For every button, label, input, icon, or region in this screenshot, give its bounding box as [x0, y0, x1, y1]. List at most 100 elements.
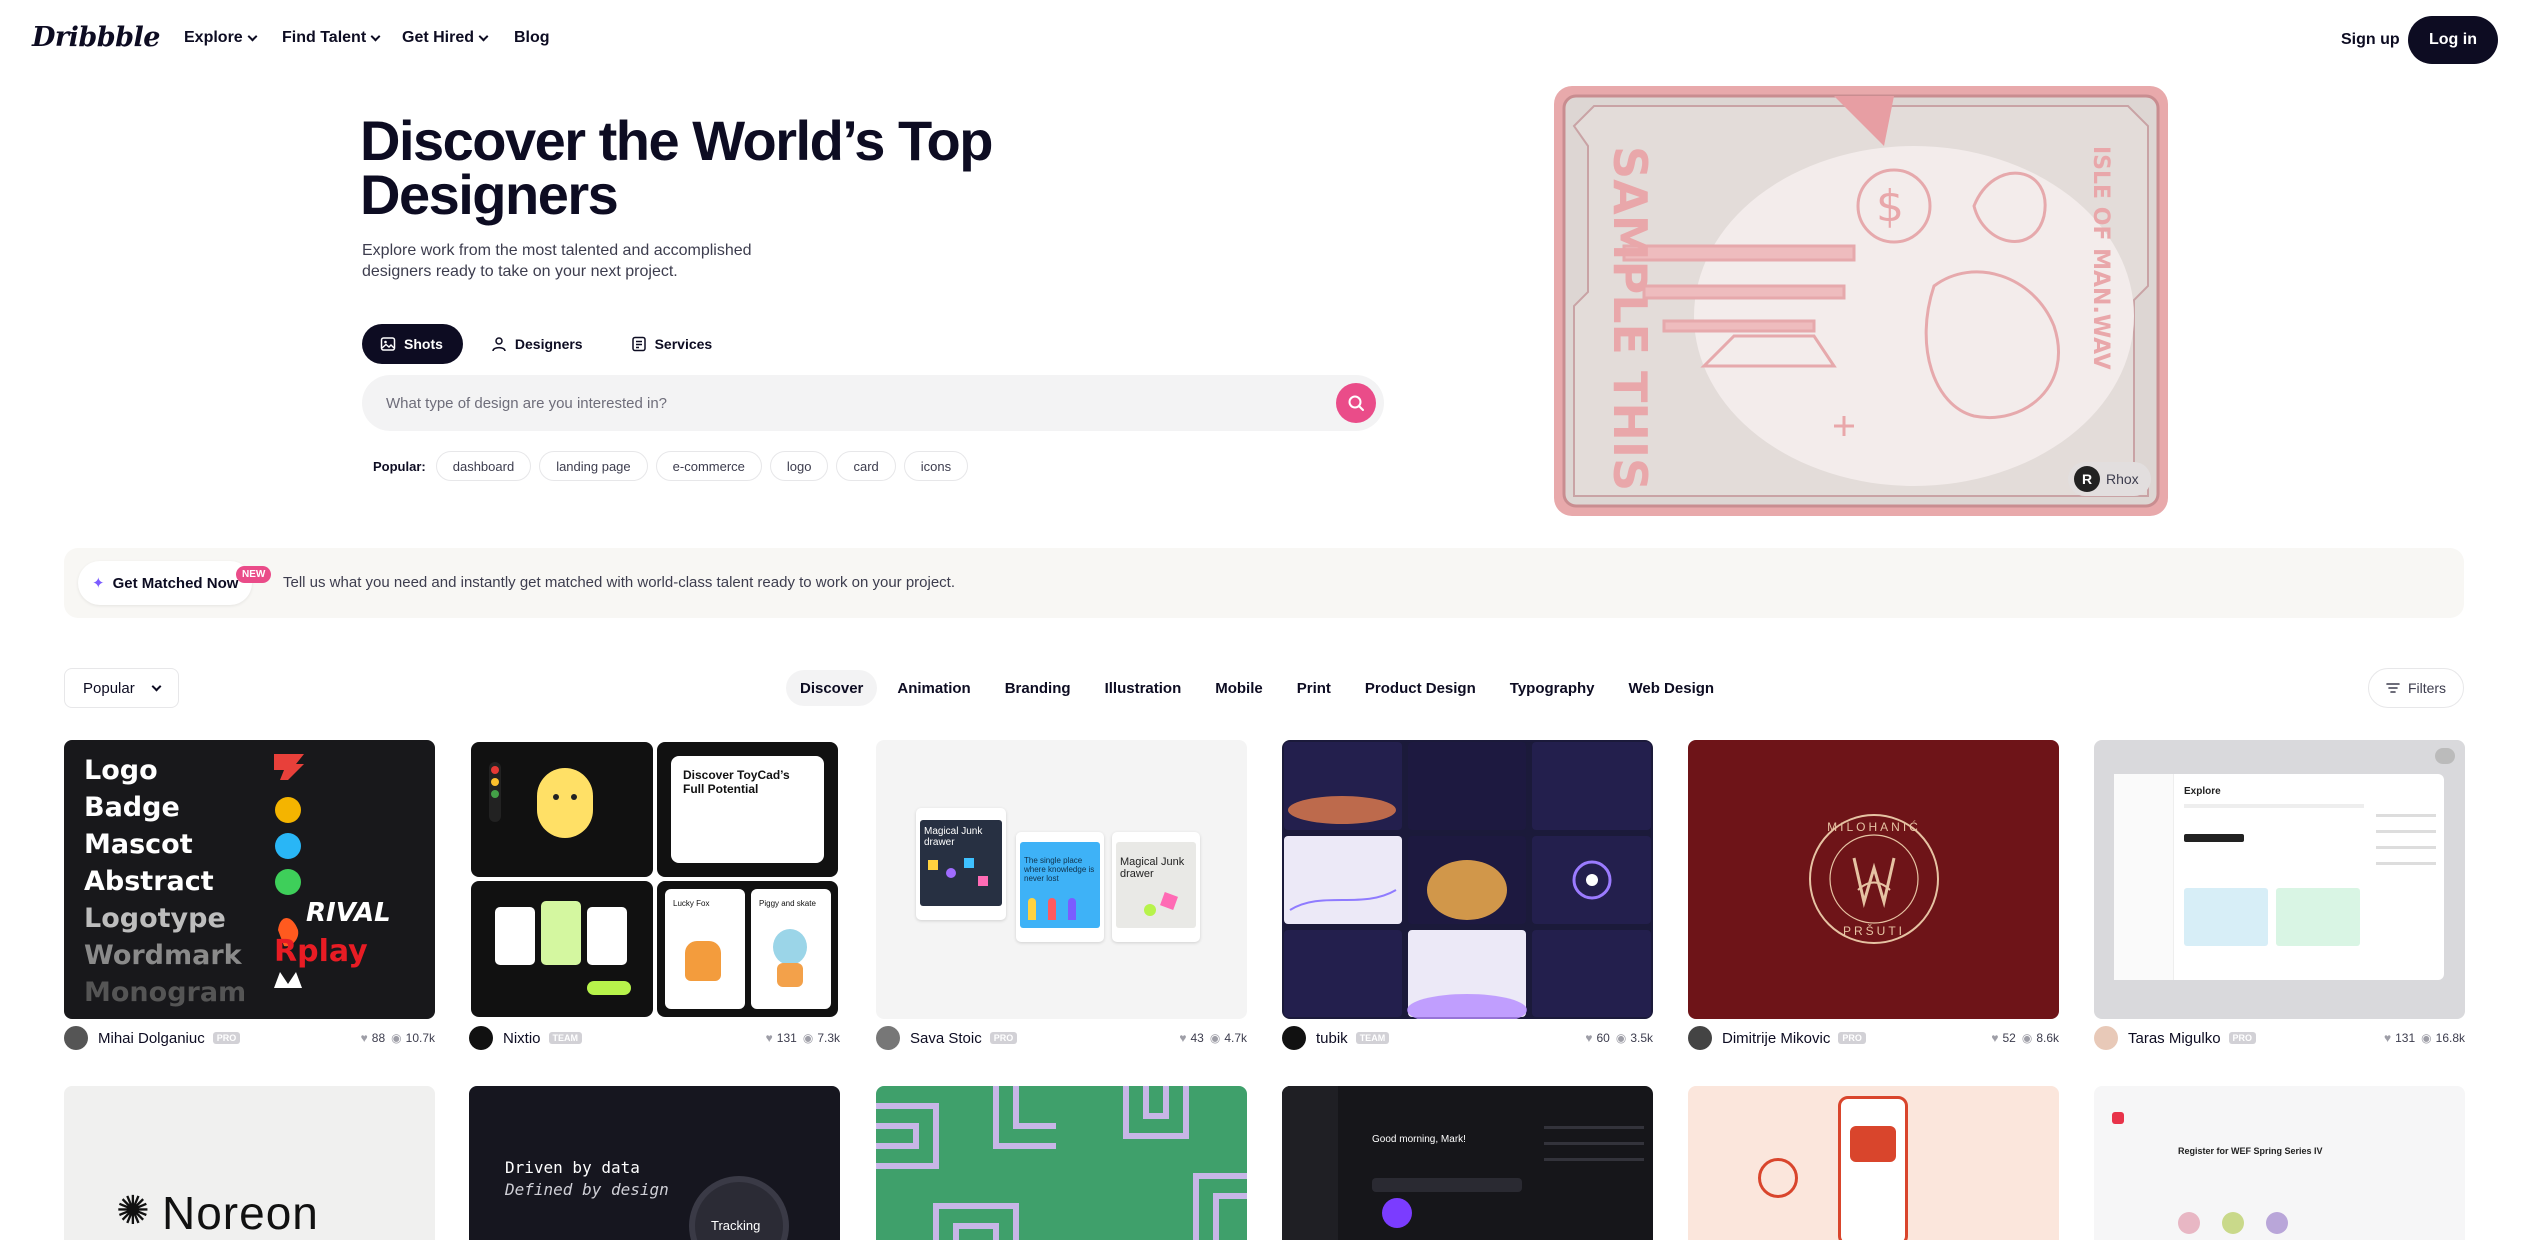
shot-card[interactable] — [876, 1086, 1247, 1240]
shot-card[interactable]: Driven by data Defined by design Trackin… — [469, 1086, 840, 1240]
seal-illustration — [1809, 814, 1939, 944]
tag-dashboard[interactable]: dashboard — [435, 451, 532, 481]
pro-badge: PRO — [2228, 1032, 2257, 1044]
avatar[interactable] — [1688, 1026, 1712, 1050]
shot-panel — [471, 742, 653, 877]
likes[interactable]: ♥ 88 — [361, 1031, 385, 1045]
heart-icon: ♥ — [1585, 1031, 1593, 1045]
tab-designers[interactable]: Designers — [473, 324, 603, 364]
shot-card[interactable]: Logo Badge Mascot Abstract Logotype Word… — [64, 740, 435, 1019]
nav-blog[interactable]: Blog — [514, 29, 550, 47]
views-count: 10.7k — [405, 1031, 435, 1045]
team-badge: TEAM — [548, 1032, 583, 1044]
shot-card[interactable]: ✺ Noreon — [64, 1086, 435, 1240]
cbc-logo-icon: ✺ — [116, 1189, 150, 1233]
tab-product-design[interactable]: Product Design — [1351, 670, 1490, 706]
likes[interactable]: ♥ 60 — [1585, 1031, 1609, 1045]
search-button[interactable] — [1336, 383, 1376, 423]
hero-artwork-illustration: SAMPLE THIS ISLE OF MAN.WAV $ — [1562, 94, 2160, 508]
shot-card[interactable]: Magical Junk drawer The single place whe… — [876, 740, 1247, 1019]
filters-label: Filters — [2407, 680, 2447, 696]
shot-text: Wordmark — [84, 940, 242, 971]
views-count: 16.8k — [2435, 1031, 2465, 1045]
avatar[interactable] — [64, 1026, 88, 1050]
tag-logo[interactable]: logo — [769, 451, 829, 481]
tab-mobile[interactable]: Mobile — [1201, 670, 1277, 706]
avatar[interactable] — [2094, 1026, 2118, 1050]
shot-card[interactable]: Register for WEF Spring Series IV — [2094, 1086, 2465, 1240]
nav-find-talent[interactable]: Find Talent — [282, 29, 381, 47]
shot-text: Register for WEF Spring Series IV — [2178, 1146, 2323, 1156]
hero-artwork[interactable]: SAMPLE THIS ISLE OF MAN.WAV $ — [1554, 86, 2168, 516]
shot-card[interactable]: Explore — [2094, 740, 2465, 1019]
shot-card[interactable] — [1688, 1086, 2059, 1240]
banner-text: Tell us what you need and instantly get … — [283, 574, 956, 591]
tab-web-design[interactable]: Web Design — [1615, 670, 1729, 706]
document-icon — [631, 336, 646, 352]
hero-art-credit[interactable]: R Rhox — [2068, 462, 2151, 496]
tag-landing-page[interactable]: landing page — [539, 451, 648, 481]
heart-icon: ♥ — [360, 1031, 368, 1045]
author-name[interactable]: Mihai Dolganiuc — [98, 1030, 205, 1047]
likes[interactable]: ♥ 131 — [766, 1031, 797, 1045]
tag-card[interactable]: card — [836, 451, 896, 481]
author-name[interactable]: Dimitrije Mikovic — [1722, 1030, 1830, 1047]
shot-card[interactable] — [1282, 740, 1653, 1019]
tab-branding[interactable]: Branding — [991, 670, 1085, 706]
get-matched-button[interactable]: ✦ Get Matched Now — [78, 561, 253, 605]
new-badge: NEW — [236, 566, 272, 583]
author-name[interactable]: Taras Migulko — [2128, 1030, 2221, 1047]
shot-panel: Discover ToyCad’s Full Potential — [657, 742, 838, 877]
login-button[interactable]: Log in — [2408, 16, 2498, 64]
shot-stats: ♥ 88 ◉ 10.7k — [361, 1031, 435, 1045]
author-name[interactable]: Nixtio — [503, 1030, 541, 1047]
author-name[interactable]: tubik — [1316, 1030, 1348, 1047]
tab-services[interactable]: Services — [613, 324, 733, 364]
chevron-down-icon — [370, 31, 381, 41]
tab-animation[interactable]: Animation — [883, 670, 984, 706]
shot-meta: Nixtio TEAM ♥ 131 ◉ 7.3k — [469, 1026, 840, 1050]
eye-icon: ◉ — [1615, 1031, 1627, 1045]
tab-print[interactable]: Print — [1283, 670, 1345, 706]
signup-link[interactable]: Sign up — [2341, 31, 2400, 49]
tab-typography[interactable]: Typography — [1496, 670, 1609, 706]
shot-logo-words: Logo Badge Mascot Abstract Logotype Word… — [84, 752, 246, 1011]
sort-dropdown[interactable]: Popular — [64, 668, 179, 708]
nav-explore[interactable]: Explore — [184, 29, 258, 47]
views-count: 3.5k — [1630, 1031, 1653, 1045]
shot-card[interactable]: MILOHANIĆ PRŠUTI — [1688, 740, 2059, 1019]
dribbble-logo[interactable]: Dribbble — [32, 22, 160, 53]
search-input[interactable] — [386, 375, 1286, 431]
tag-icons[interactable]: icons — [903, 451, 969, 481]
shot-panel: The single place where knowledge is neve… — [1016, 832, 1104, 942]
avatar[interactable] — [876, 1026, 900, 1050]
shot-text: Magical Junk drawer — [924, 826, 983, 848]
shot-panel: Magical Junk drawer — [916, 808, 1006, 920]
shot-card[interactable]: Good morning, Mark! — [1282, 1086, 1653, 1240]
shot-stats: ♥ 60 ◉ 3.5k — [1585, 1031, 1653, 1045]
tab-discover[interactable]: Discover — [786, 670, 878, 706]
tab-designers-label: Designers — [514, 336, 583, 352]
shot-text: Mascot — [84, 829, 193, 860]
shot-panel: Lucky Fox Piggy and skate — [657, 881, 838, 1017]
filters-button[interactable]: Filters — [2368, 668, 2464, 708]
avatar[interactable] — [469, 1026, 493, 1050]
author-name[interactable]: Sava Stoic — [910, 1030, 982, 1047]
shot-card[interactable]: Discover ToyCad’s Full Potential Lucky F… — [469, 740, 840, 1019]
nav-get-hired[interactable]: Get Hired — [402, 29, 489, 47]
likes[interactable]: ♥ 131 — [2384, 1031, 2415, 1045]
seal-text-top: MILOHANIĆ — [1827, 820, 1921, 834]
tab-illustration[interactable]: Illustration — [1091, 670, 1196, 706]
likes[interactable]: ♥ 52 — [1991, 1031, 2015, 1045]
pro-badge: PRO — [212, 1032, 241, 1044]
tag-e-commerce[interactable]: e-commerce — [655, 451, 762, 481]
views-count: 7.3k — [817, 1031, 840, 1045]
likes[interactable]: ♥ 43 — [1179, 1031, 1203, 1045]
shot-stats: ♥ 131 ◉ 16.8k — [2384, 1031, 2465, 1045]
likes-count: 88 — [371, 1031, 386, 1045]
category-tabs: Discover Animation Branding Illustration… — [786, 670, 1728, 706]
shot-text: Monogram — [84, 977, 247, 1008]
avatar[interactable] — [1282, 1026, 1306, 1050]
shot-text: Good morning, Mark! — [1372, 1134, 1466, 1145]
tab-shots[interactable]: Shots — [362, 324, 463, 364]
